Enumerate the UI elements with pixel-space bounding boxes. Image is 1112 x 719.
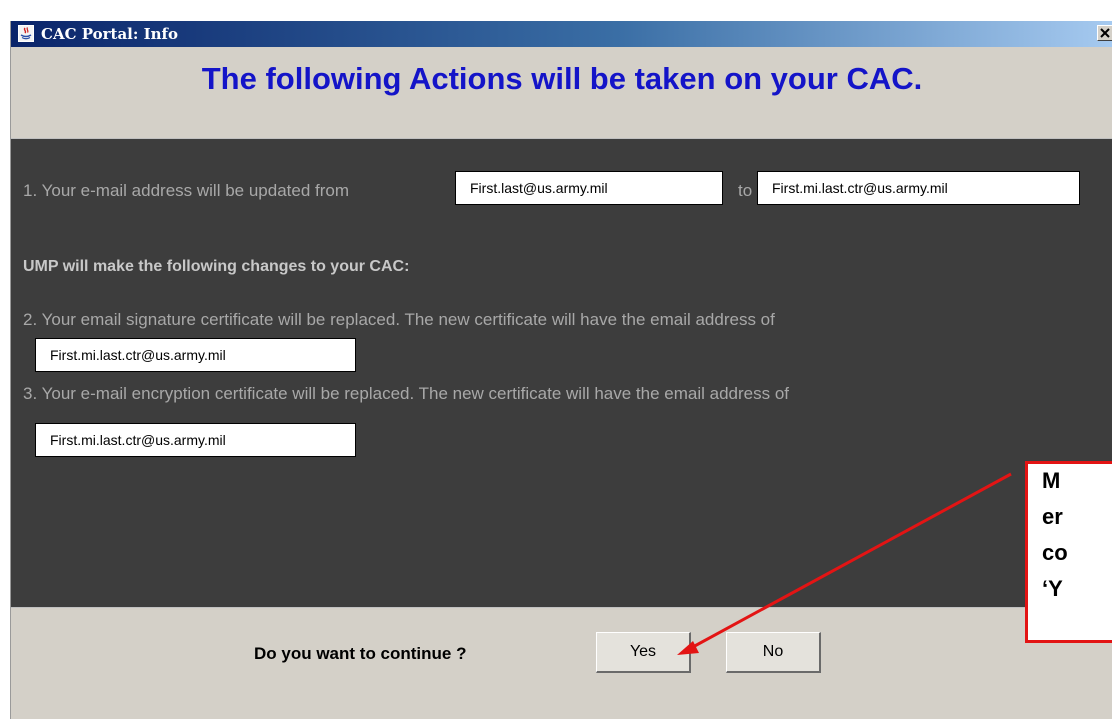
title-bar[interactable]: CAC Portal: Info (11, 21, 1112, 47)
actions-panel: 1. Your e-mail address will be updated f… (11, 138, 1112, 608)
dialog-heading: The following Actions will be taken on y… (201, 61, 923, 96)
encryption-email-field: First.mi.last.ctr@us.army.mil (35, 423, 356, 457)
java-app-icon (18, 25, 34, 42)
new-email-field: First.mi.last.ctr@us.army.mil (757, 171, 1080, 205)
email-update-text: 1. Your e-mail address will be updated f… (23, 181, 350, 200)
signature-cert-text: 2. Your email signature certificate will… (23, 310, 775, 329)
callout-line: ‘Y (1042, 576, 1063, 601)
close-button[interactable] (1097, 25, 1112, 41)
yes-button[interactable]: Yes (596, 632, 691, 673)
to-text: to (738, 181, 753, 200)
encryption-cert-text: 3. Your e-mail encryption certificate wi… (23, 384, 790, 403)
window-title: CAC Portal: Info (41, 25, 179, 43)
callout-line: er (1042, 504, 1063, 529)
signature-email-field: First.mi.last.ctr@us.army.mil (35, 338, 356, 372)
instruction-callout: M er co ‘Y (1025, 461, 1112, 643)
ump-changes-heading: UMP will make the following changes to y… (23, 258, 410, 275)
cac-portal-info-dialog: CAC Portal: Info The following Actions w… (10, 21, 1112, 719)
continue-question: Do you want to continue ? (254, 644, 467, 663)
callout-line: M (1042, 468, 1061, 493)
callout-line: co (1042, 540, 1068, 565)
close-icon (1100, 28, 1110, 38)
no-button[interactable]: No (726, 632, 821, 673)
old-email-field: First.last@us.army.mil (455, 171, 723, 205)
